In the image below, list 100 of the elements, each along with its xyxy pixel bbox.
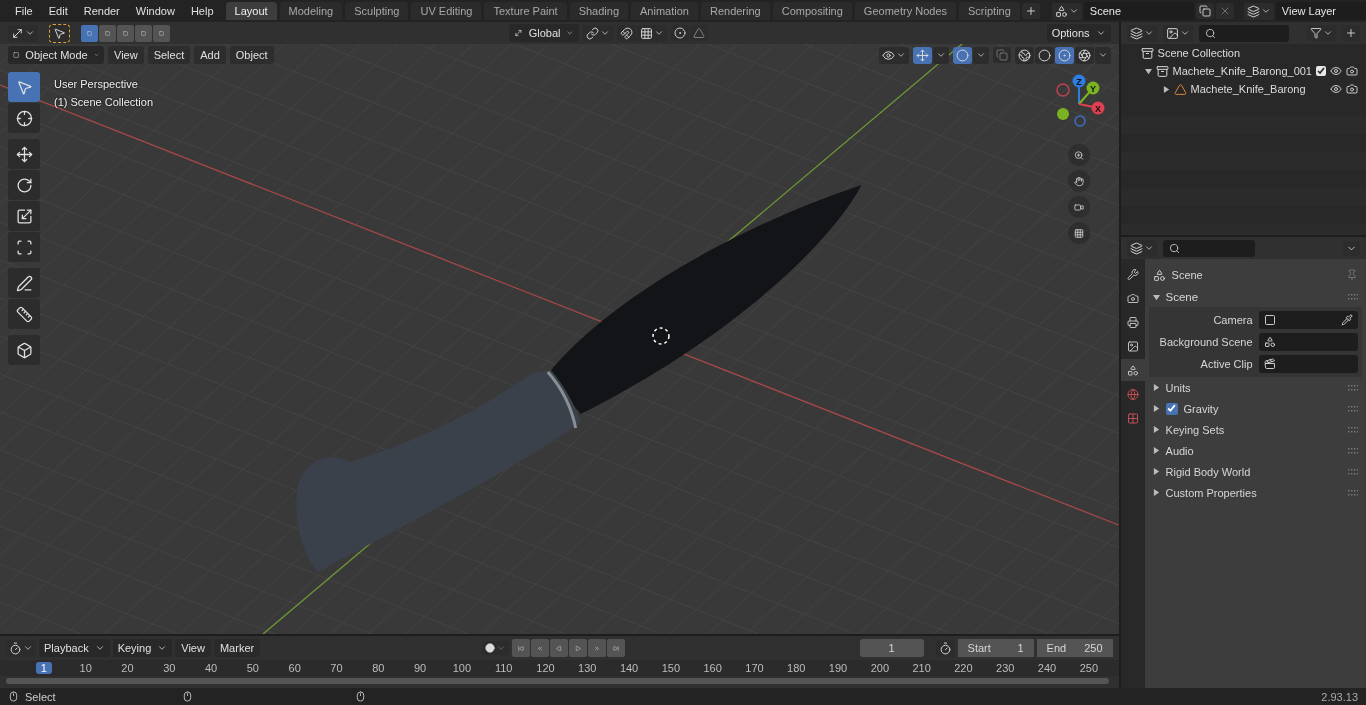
- preview-range-button[interactable]: [935, 639, 955, 657]
- collapsed-arrow-icon[interactable]: [1152, 489, 1160, 496]
- drag-grip-icon[interactable]: [1348, 468, 1358, 475]
- drag-grip-icon[interactable]: [1348, 294, 1358, 300]
- select-mode-button[interactable]: [99, 24, 116, 42]
- menu-item[interactable]: Render: [76, 3, 127, 19]
- expanded-arrow-icon[interactable]: [1152, 293, 1160, 301]
- tool-button[interactable]: [8, 335, 40, 365]
- search-field[interactable]: [1198, 24, 1289, 42]
- mode-dropdown[interactable]: Object Mode: [8, 46, 104, 64]
- display-mode-button[interactable]: [1162, 24, 1193, 42]
- timeline-dropdown[interactable]: Playback: [39, 639, 110, 657]
- play-reverse-button[interactable]: [550, 639, 569, 657]
- editor-type-button[interactable]: [1126, 24, 1157, 42]
- workspace-tab[interactable]: Compositing: [772, 2, 852, 20]
- add-workspace-button[interactable]: [1021, 3, 1040, 19]
- workspace-tab[interactable]: Animation: [631, 2, 698, 20]
- snap-target-button[interactable]: [636, 24, 667, 42]
- include-checkbox[interactable]: [1316, 66, 1326, 76]
- drag-grip-icon[interactable]: [1348, 405, 1358, 412]
- falloff-button[interactable]: [689, 25, 708, 41]
- view-layer-browse-button[interactable]: [1243, 2, 1274, 20]
- gizmo-toggle-button[interactable]: [912, 46, 932, 64]
- workspace-tab[interactable]: Rendering: [700, 2, 770, 20]
- collapsed-panel-header[interactable]: Rigid Body World: [1148, 461, 1362, 482]
- viewport-menu[interactable]: Select: [147, 46, 191, 64]
- select-mode-button[interactable]: [135, 24, 152, 42]
- workspace-tab[interactable]: Layout: [225, 2, 277, 20]
- tool-button[interactable]: [8, 139, 40, 169]
- tool-button[interactable]: [8, 170, 40, 200]
- tool-button[interactable]: [8, 201, 40, 231]
- timeline-scrollbar[interactable]: [6, 678, 1109, 684]
- filter-button[interactable]: [1307, 25, 1336, 41]
- search-field[interactable]: [1162, 239, 1255, 257]
- expanded-arrow-icon[interactable]: [1144, 67, 1152, 75]
- tool-button[interactable]: [8, 103, 40, 133]
- collapsed-panel-header[interactable]: Custom Properties: [1148, 482, 1362, 503]
- overlay-toggle-button[interactable]: [952, 46, 972, 64]
- workspace-tab[interactable]: Geometry Nodes: [854, 2, 956, 20]
- collapsed-panel-header[interactable]: Units: [1148, 377, 1362, 398]
- active-tool-button[interactable]: [50, 24, 69, 42]
- tool-button[interactable]: [8, 268, 40, 298]
- workspace-tab[interactable]: Sculpting: [345, 2, 409, 20]
- timeline-menu[interactable]: View: [175, 639, 211, 657]
- scene-browse-button[interactable]: [1051, 2, 1082, 20]
- viewport-menu[interactable]: View: [108, 46, 144, 64]
- workspace-tab[interactable]: Shading: [569, 2, 629, 20]
- menu-item[interactable]: Window: [128, 3, 182, 19]
- visibility-button[interactable]: [878, 46, 909, 64]
- proportional-edit-button[interactable]: [670, 25, 689, 41]
- scene-name-field[interactable]: Scene: [1083, 2, 1194, 20]
- drag-grip-icon[interactable]: [1348, 384, 1358, 391]
- pan-button[interactable]: [1067, 170, 1090, 192]
- tool-button[interactable]: [8, 299, 40, 329]
- options-dropdown[interactable]: Options: [1046, 24, 1111, 42]
- zoom-button[interactable]: [1067, 144, 1090, 166]
- shading-mode-button[interactable]: [1034, 46, 1054, 64]
- start-frame-field[interactable]: Start 1: [957, 639, 1034, 657]
- shading-mode-button[interactable]: [1074, 46, 1094, 64]
- gravity-checkbox[interactable]: [1165, 402, 1178, 415]
- pivot-button[interactable]: [582, 24, 613, 42]
- play-button[interactable]: [569, 639, 588, 657]
- timeline-dropdown[interactable]: Keying: [112, 639, 173, 657]
- data-block-field[interactable]: [1258, 333, 1358, 351]
- collapsed-arrow-icon[interactable]: [1162, 85, 1170, 93]
- collapsed-arrow-icon[interactable]: [1152, 384, 1160, 391]
- menu-item[interactable]: Edit: [41, 3, 75, 19]
- menu-item[interactable]: Help: [183, 3, 221, 19]
- new-collection-button[interactable]: [1342, 25, 1360, 41]
- orientation-dropdown[interactable]: Global: [508, 24, 579, 42]
- collapsed-panel-header[interactable]: Gravity: [1148, 398, 1362, 419]
- select-mode-button[interactable]: [81, 24, 98, 42]
- snap-toggle-button[interactable]: [616, 24, 636, 42]
- collapsed-panel-header[interactable]: Audio: [1148, 440, 1362, 461]
- drag-grip-icon[interactable]: [1348, 447, 1358, 454]
- menu-item[interactable]: File: [8, 3, 40, 19]
- collapsed-arrow-icon[interactable]: [1152, 426, 1160, 433]
- drag-grip-icon[interactable]: [1348, 426, 1358, 433]
- timeline-menu[interactable]: Marker: [213, 639, 261, 657]
- collapsed-arrow-icon[interactable]: [1152, 405, 1160, 412]
- data-block-field[interactable]: [1258, 311, 1358, 329]
- navigation-gizmo-drawing[interactable]: Z Y X: [1048, 72, 1109, 132]
- collapsed-arrow-icon[interactable]: [1152, 447, 1160, 454]
- workspace-tab[interactable]: UV Editing: [411, 2, 482, 20]
- workspace-tab[interactable]: Modeling: [279, 2, 343, 20]
- properties-tab[interactable]: [1120, 359, 1145, 381]
- select-mode-button[interactable]: [117, 24, 134, 42]
- editor-type-button[interactable]: [6, 639, 36, 657]
- viewport-menu[interactable]: Object: [229, 46, 274, 64]
- jump-start-button[interactable]: [512, 639, 531, 657]
- workspace-tab[interactable]: Texture Paint: [484, 2, 567, 20]
- camera-view-button[interactable]: [1067, 196, 1090, 218]
- current-frame-field[interactable]: 1: [859, 639, 924, 657]
- editor-type-button[interactable]: [8, 24, 38, 42]
- data-block-field[interactable]: [1258, 355, 1358, 373]
- end-frame-field[interactable]: End 250: [1036, 639, 1113, 657]
- ortho-toggle-button[interactable]: [1067, 222, 1090, 244]
- shading-mode-button[interactable]: [1054, 46, 1074, 64]
- 3d-viewport[interactable]: Global Options Object Mode View Select Add Object User Perspective (1) Scene Collection Z Y X: [0, 22, 1119, 634]
- auto-keying-button[interactable]: [482, 641, 510, 655]
